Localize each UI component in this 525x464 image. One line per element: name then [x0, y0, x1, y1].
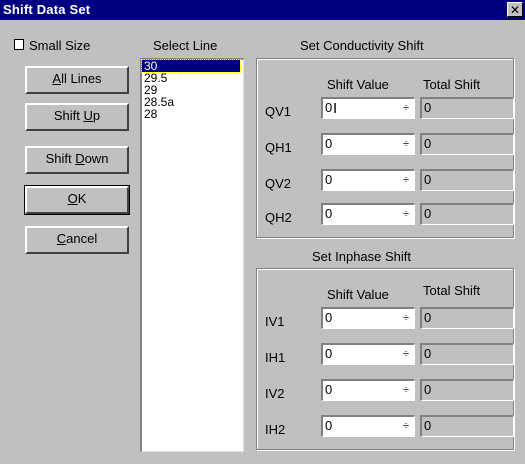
qh2-label: QH2 — [265, 210, 292, 225]
ih1-label: IH1 — [265, 350, 286, 365]
iv2-label: IV2 — [265, 386, 285, 401]
iv1-total-field: 0 — [420, 307, 514, 329]
shift-value-header: Shift Value — [327, 287, 389, 302]
spin-arrows-icon[interactable]: ÷ — [400, 383, 412, 398]
qv2-label: QV2 — [265, 176, 292, 191]
qv1-label: QV1 — [265, 104, 292, 119]
qh1-total-field: 0 — [420, 133, 514, 155]
cancel-button[interactable]: Cancel — [25, 226, 129, 254]
spin-arrows-icon[interactable]: ÷ — [400, 137, 412, 152]
ih2-shift-input[interactable]: 0 ÷ — [321, 415, 415, 437]
qh2-shift-input[interactable]: 0 ÷ — [321, 203, 415, 225]
ih2-label: IH2 — [265, 422, 286, 437]
shift-value-header: Shift Value — [327, 77, 389, 92]
iv2-total-field: 0 — [420, 379, 514, 401]
inphase-group: Shift Value Total Shift IV1 0 ÷ 0 IH1 0 … — [256, 268, 514, 450]
spin-arrows-icon[interactable]: ÷ — [400, 347, 412, 362]
select-line-label: Select Line — [153, 38, 218, 53]
ih2-total-field: 0 — [420, 415, 514, 437]
close-button[interactable]: ✕ — [507, 2, 523, 17]
inphase-group-title: Set Inphase Shift — [312, 249, 412, 264]
list-item[interactable]: 29.5 — [142, 72, 243, 84]
ih1-shift-input[interactable]: 0 ÷ — [321, 343, 415, 365]
shift-up-button[interactable]: Shift Up — [25, 103, 129, 131]
window-title: Shift Data Set — [3, 2, 91, 17]
conductivity-group: Shift Value Total Shift QV1 0 I ÷ 0 QH1 … — [256, 58, 514, 238]
total-shift-header: Total Shift — [423, 77, 481, 92]
small-size-label: Small Size — [29, 38, 91, 53]
title-bar: Shift Data Set ✕ — [0, 0, 525, 20]
qv1-total-field: 0 — [420, 97, 514, 119]
list-item[interactable]: 28.5a — [142, 96, 243, 108]
spin-arrows-icon[interactable]: ÷ — [400, 173, 412, 188]
qh1-label: QH1 — [265, 140, 292, 155]
list-item[interactable]: 28 — [142, 108, 243, 120]
conductivity-group-title: Set Conductivity Shift — [300, 38, 424, 53]
total-shift-header: Total Shift — [423, 283, 481, 298]
all-lines-button[interactable]: All Lines — [25, 66, 129, 94]
shift-down-button[interactable]: Shift Down — [25, 146, 129, 174]
spin-arrows-icon[interactable]: ÷ — [400, 419, 412, 434]
iv2-shift-input[interactable]: 0 ÷ — [321, 379, 415, 401]
ok-button[interactable]: OK — [24, 185, 130, 215]
iv1-shift-input[interactable]: 0 ÷ — [321, 307, 415, 329]
iv1-label: IV1 — [265, 314, 285, 329]
spin-arrows-icon[interactable]: ÷ — [400, 311, 412, 326]
ih1-total-field: 0 — [420, 343, 514, 365]
qv2-shift-input[interactable]: 0 ÷ — [321, 169, 415, 191]
text-cursor-icon: I — [333, 100, 338, 117]
qv2-total-field: 0 — [420, 169, 514, 191]
qh2-total-field: 0 — [420, 203, 514, 225]
select-line-listbox[interactable]: 30 29.5 29 28.5a 28 — [140, 58, 244, 452]
qh1-shift-input[interactable]: 0 ÷ — [321, 133, 415, 155]
qv1-shift-input[interactable]: 0 I ÷ — [321, 97, 415, 119]
spin-arrows-icon[interactable]: ÷ — [400, 207, 412, 222]
spin-arrows-icon[interactable]: ÷ — [400, 101, 412, 116]
small-size-checkbox[interactable] — [14, 39, 24, 50]
